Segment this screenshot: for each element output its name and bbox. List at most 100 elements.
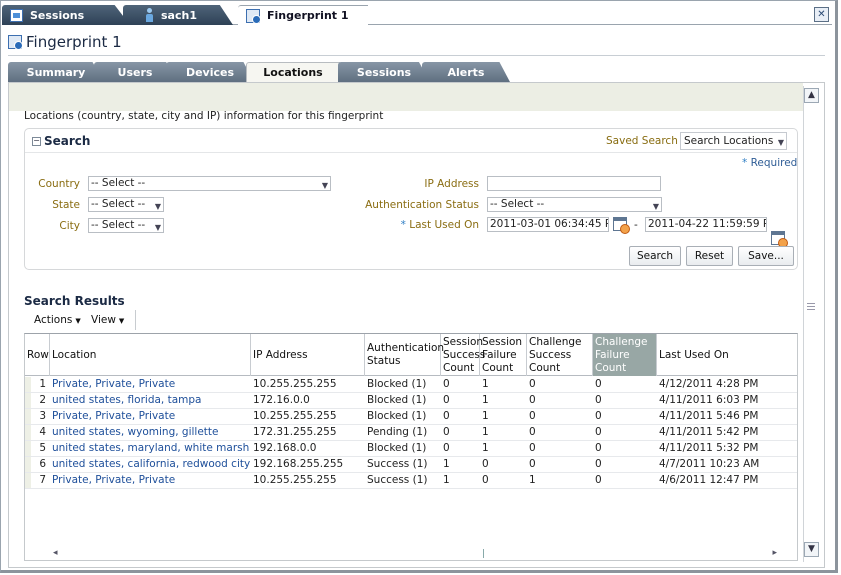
collapse-icon[interactable]: − [32,137,41,146]
search-button[interactable]: Search [629,246,681,266]
cell-challenge-failure: 0 [595,442,602,454]
cell-session-success: 1 [443,458,450,470]
chevron-down-icon: ▼ [321,181,328,190]
last-used-from-input[interactable]: 2011-03-01 06:34:45 PM [487,217,609,232]
document-tab-bar: Sessions sach1 Fingerprint 1 [2,3,832,25]
cell-auth-status: Success (1) [367,474,428,486]
cell-row-number: 3 [39,410,46,422]
cell-challenge-failure: 0 [595,426,602,438]
cell-auth-status: Blocked (1) [367,394,427,406]
cell-row-number: 1 [39,378,46,390]
cell-location-link[interactable]: united states, florida, tampa [50,393,251,409]
scroll-grip-icon[interactable] [807,303,815,310]
doc-tab-label: Fingerprint 1 [267,9,349,22]
col-header-auth[interactable]: Authentication Status [365,334,444,376]
tab-alerts[interactable]: Alerts [422,62,510,82]
actions-menu[interactable]: Actions ▼ [34,314,81,326]
ip-address-label: IP Address [424,178,479,190]
results-toolbar: Actions ▼ View ▼ [24,310,136,330]
scroll-down-icon[interactable]: ▼ [804,542,819,557]
scroll-left-icon[interactable]: ◂ [53,548,58,558]
chevron-down-icon: ▼ [154,202,161,211]
cell-location-link[interactable]: Private, Private, Private [50,377,251,393]
page-header: Fingerprint 1 [8,33,122,51]
cell-last-used: 4/11/2011 5:42 PM [659,426,759,438]
col-header-last-used[interactable]: Last Used On [657,334,797,376]
view-menu[interactable]: View ▼ [91,314,124,326]
cell-challenge-success: 0 [529,458,536,470]
cell-auth-status: Blocked (1) [367,378,427,390]
close-tab-icon[interactable]: ✕ [814,7,829,22]
required-note: * Required [742,157,797,169]
tab-users[interactable]: Users [94,62,176,82]
tab-sessions[interactable]: Sessions [338,62,430,82]
cell-challenge-failure: 0 [595,378,602,390]
col-header-session-failure[interactable]: Session Failure Count [480,334,527,376]
saved-search-select[interactable]: Search Locations ▼ [680,132,787,150]
tab-summary[interactable]: Summary [8,62,104,82]
cell-location-link[interactable]: united states, wyoming, gillette [50,425,251,441]
cell-session-success: 0 [443,410,450,422]
col-header-challenge-success[interactable]: Challenge Success Count [527,334,593,376]
doc-tab-label: sach1 [161,8,197,22]
doc-tab-sessions[interactable]: Sessions [2,5,130,25]
table-row[interactable]: 3 Private, Private, Private 10.255.255.255… [25,409,797,425]
calendar-icon[interactable] [613,217,630,234]
state-select[interactable]: -- Select -- ▼ [88,197,164,212]
cell-row-number: 6 [39,458,46,470]
table-row[interactable]: 6 united states, california, redwood city… [25,457,797,473]
actions-menu-label: Actions [34,314,73,326]
last-used-to-input[interactable]: 2011-04-22 11:59:59 PM [645,217,767,232]
doc-tab-fingerprint[interactable]: Fingerprint 1 [238,5,368,25]
scroll-up-icon[interactable]: ▲ [804,88,819,103]
doc-tab-label: Sessions [30,8,85,22]
cell-location-link[interactable]: united states, california, redwood city [50,457,251,473]
col-header-location[interactable]: Location [50,334,251,376]
vertical-scrollbar[interactable]: ▲ ▼ [803,86,819,562]
cell-challenge-failure: 0 [595,394,602,406]
cell-row-number: 4 [39,426,46,438]
cell-location-link[interactable]: united states, maryland, white marsh [50,441,251,457]
city-label: City [59,220,80,232]
cell-session-failure: 1 [482,394,489,406]
cell-location-link[interactable]: Private, Private, Private [50,409,251,425]
table-row[interactable]: 7 Private, Private, Private 10.255.255.255… [25,473,797,489]
chevron-down-icon: ▼ [154,223,161,232]
city-select[interactable]: -- Select -- ▼ [88,218,164,233]
required-note-text: Required [750,157,798,169]
col-header-challenge-failure[interactable]: Challenge Failure Count [593,334,657,376]
reset-button[interactable]: Reset [686,246,733,266]
auth-status-select[interactable]: -- Select -- ▼ [487,197,662,212]
scroll-thumb[interactable] [483,549,484,558]
table-row[interactable]: 2 united states, florida, tampa 172.16.0.0… [25,393,797,409]
cell-session-failure: 0 [482,474,489,486]
table-row[interactable]: 1 Private, Private, Private 10.255.255.255… [25,377,797,393]
ip-address-input[interactable] [487,176,661,191]
save-button[interactable]: Save... [738,246,794,266]
results-title: Search Results [24,294,125,308]
table-row[interactable]: 4 united states, wyoming, gillette 172.31.… [25,425,797,441]
col-header-session-success[interactable]: Session Success Count [441,334,485,376]
cell-challenge-success: 1 [529,474,536,486]
cell-last-used: 4/7/2011 10:23 AM [659,458,760,470]
cell-session-failure: 1 [482,442,489,454]
country-select[interactable]: -- Select -- ▼ [88,176,331,191]
country-value: -- Select -- [91,177,146,189]
cell-row-number: 5 [39,442,46,454]
tab-locations[interactable]: Locations [246,62,340,82]
col-header-row[interactable]: Row [25,334,50,376]
col-header-ip[interactable]: IP Address [251,334,365,376]
doc-tab-user[interactable]: sach1 [123,5,233,25]
scroll-right-icon[interactable]: ▸ [772,548,777,558]
cell-session-failure: 1 [482,426,489,438]
calendar-icon[interactable] [771,231,788,248]
cell-ip-address: 10.255.255.255 [253,378,337,390]
cell-location-link[interactable]: Private, Private, Private [50,473,251,489]
table-row[interactable]: 5 united states, maryland, white marsh 192… [25,441,797,457]
cell-challenge-success: 0 [529,410,536,422]
chevron-down-icon: ▼ [777,138,784,147]
tab-devices[interactable]: Devices [166,62,254,82]
cell-ip-address: 10.255.255.255 [253,474,337,486]
saved-search-value: Search Locations [684,135,774,147]
horizontal-scrollbar[interactable]: ◂ ▸ [25,548,797,560]
